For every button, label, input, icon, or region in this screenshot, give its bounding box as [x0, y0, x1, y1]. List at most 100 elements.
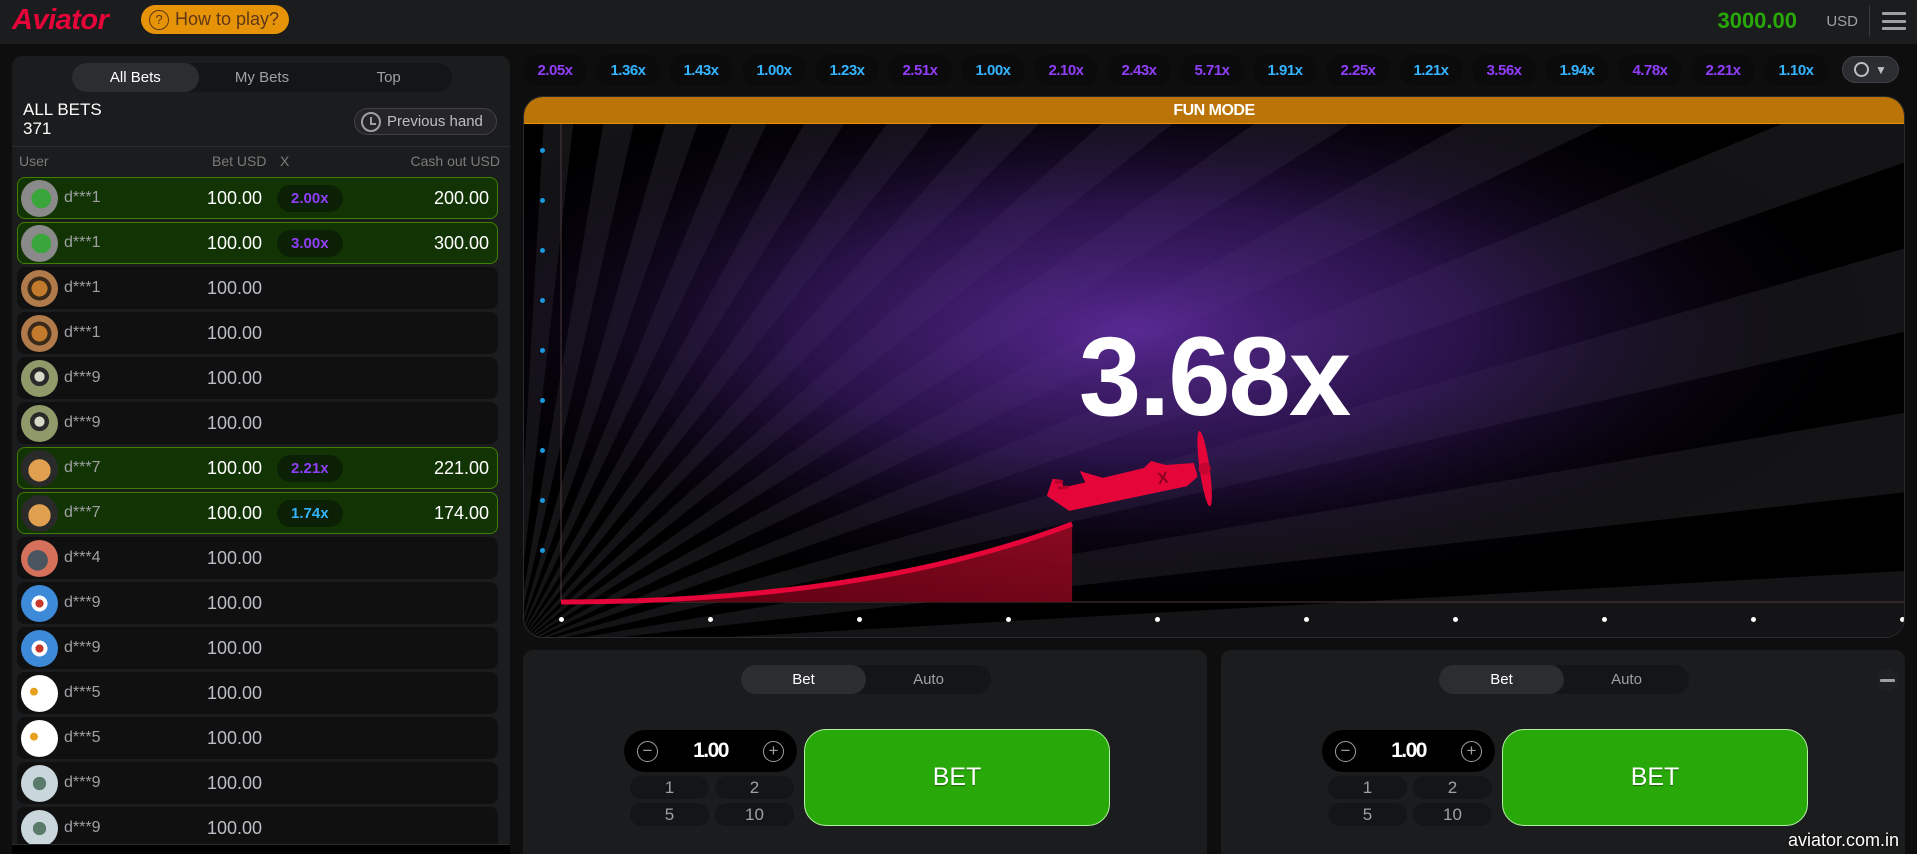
avatar: [21, 270, 58, 307]
username: d***5: [64, 729, 101, 746]
bets-panel-footer: [12, 844, 510, 854]
avatar: [21, 450, 58, 487]
avatar: [21, 315, 58, 352]
bet-amount: 100.00: [206, 278, 262, 298]
tab-all-bets[interactable]: All Bets: [72, 63, 199, 92]
bet-amount: 100.00: [206, 548, 262, 568]
history-multiplier[interactable]: 1.43x: [669, 54, 733, 86]
tab-auto[interactable]: Auto: [866, 665, 991, 694]
history-multiplier[interactable]: 1.00x: [742, 54, 806, 86]
tab-bet[interactable]: Bet: [1439, 665, 1564, 694]
y-axis-dot: [540, 148, 545, 153]
bets-table-header: User Bet USD X Cash out USD: [12, 146, 510, 170]
history-multiplier[interactable]: 1.23x: [815, 54, 879, 86]
x-axis-dot: [708, 617, 713, 622]
bet-row: d***9 100.00: [17, 627, 498, 669]
bet-panel-1: Bet Auto − 1.00 + 1 2 5 10 BET: [523, 650, 1207, 854]
header-divider: [1869, 5, 1870, 36]
tab-top[interactable]: Top: [325, 63, 452, 92]
multiplier-history: 2.05x 1.36x 1.43x 1.00x 1.23x 2.51x 1.00x 2.10x…: [523, 54, 1843, 86]
history-icon: [361, 111, 381, 132]
history-multiplier[interactable]: 1.21x: [1399, 54, 1463, 86]
history-multiplier[interactable]: 1.00x: [961, 54, 1025, 86]
history-multiplier[interactable]: 2.10x: [1034, 54, 1098, 86]
bet-amount: 100.00: [206, 413, 262, 433]
quick-amount-2[interactable]: 2: [715, 776, 794, 799]
how-to-play-button[interactable]: ? How to play?: [141, 5, 289, 34]
history-dropdown-button[interactable]: ▼: [1842, 56, 1899, 83]
history-multiplier[interactable]: 3.56x: [1472, 54, 1536, 86]
avatar: [21, 630, 58, 667]
quick-amount-5[interactable]: 5: [630, 803, 709, 826]
x-axis-dot: [1602, 617, 1607, 622]
bet-row: d***9 100.00: [17, 357, 498, 399]
username: d***9: [64, 819, 101, 836]
bet-mode-tabs: Bet Auto: [1439, 665, 1689, 694]
quick-amount-10[interactable]: 10: [715, 803, 794, 826]
history-multiplier[interactable]: 1.91x: [1253, 54, 1317, 86]
username: d***1: [64, 234, 101, 251]
column-x: X: [280, 153, 290, 169]
username: d***1: [64, 324, 101, 341]
avatar: [21, 405, 58, 442]
increase-amount-button[interactable]: +: [763, 741, 784, 762]
history-multiplier[interactable]: 2.25x: [1326, 54, 1390, 86]
tab-my-bets[interactable]: My Bets: [199, 63, 326, 92]
previous-hand-button[interactable]: Previous hand: [354, 108, 497, 135]
bet-amount: 100.00: [206, 323, 262, 343]
quick-amount-5[interactable]: 5: [1328, 803, 1407, 826]
top-bar: Aviator ? How to play? 3000.00 USD: [0, 0, 1917, 44]
history-multiplier[interactable]: 1.36x: [596, 54, 660, 86]
bet-amount: 100.00: [206, 368, 262, 388]
history-multiplier[interactable]: 2.43x: [1107, 54, 1171, 86]
question-icon: ?: [149, 9, 169, 30]
history-multiplier[interactable]: 5.71x: [1180, 54, 1244, 86]
x-axis-dot: [1155, 617, 1160, 622]
bet-button[interactable]: BET: [1502, 729, 1808, 826]
flight-scene: X 3.68x: [524, 124, 1904, 637]
bet-row: d***1 100.00 3.00x 300.00: [17, 222, 498, 264]
history-multiplier[interactable]: 2.21x: [1691, 54, 1755, 86]
aviator-logo[interactable]: Aviator: [12, 4, 109, 37]
avatar: [21, 675, 58, 712]
username: d***7: [64, 459, 101, 476]
cashout-multiplier-badge: 3.00x: [277, 230, 343, 257]
bet-row: d***9 100.00: [17, 762, 498, 804]
avatar: [21, 495, 58, 532]
bet-row: d***5 100.00: [17, 672, 498, 714]
bet-amount: 100.00: [206, 458, 262, 478]
y-axis-dot: [540, 298, 545, 303]
history-multiplier[interactable]: 2.51x: [888, 54, 952, 86]
bet-amount: 100.00: [206, 503, 262, 523]
avatar: [21, 720, 58, 757]
avatar: [21, 225, 58, 262]
x-axis-dot: [1751, 617, 1756, 622]
x-axis-dot: [1900, 617, 1904, 622]
hamburger-menu-icon[interactable]: [1882, 12, 1906, 30]
bets-tabs: All Bets My Bets Top: [72, 63, 452, 92]
balance-amount: 3000.00: [1717, 8, 1797, 33]
bet-button[interactable]: BET: [804, 729, 1110, 826]
tab-bet[interactable]: Bet: [741, 665, 866, 694]
quick-amount-1[interactable]: 1: [1328, 776, 1407, 799]
username: d***1: [64, 189, 101, 206]
cashout-multiplier-badge: 2.00x: [277, 185, 343, 212]
bet-row: d***9 100.00: [17, 807, 498, 849]
increase-amount-button[interactable]: +: [1461, 741, 1482, 762]
remove-panel-button[interactable]: [1876, 669, 1898, 691]
quick-amount-10[interactable]: 10: [1413, 803, 1492, 826]
history-multiplier[interactable]: 2.05x: [523, 54, 587, 86]
quick-amount-2[interactable]: 2: [1413, 776, 1492, 799]
cashout-amount: 200.00: [433, 188, 489, 208]
bets-panel: All Bets My Bets Top ALL BETS 371 Previo…: [12, 56, 510, 854]
all-bets-title: ALL BETS: [23, 100, 102, 119]
bet-amount: 100.00: [206, 773, 262, 793]
quick-amount-1[interactable]: 1: [630, 776, 709, 799]
history-multiplier[interactable]: 1.94x: [1545, 54, 1609, 86]
tab-auto[interactable]: Auto: [1564, 665, 1689, 694]
bet-amount-stepper: − 1.00 +: [624, 730, 797, 772]
history-multiplier[interactable]: 4.78x: [1618, 54, 1682, 86]
history-multiplier[interactable]: 1.10x: [1764, 54, 1828, 86]
x-axis-dot: [1453, 617, 1458, 622]
x-axis-dot: [1304, 617, 1309, 622]
